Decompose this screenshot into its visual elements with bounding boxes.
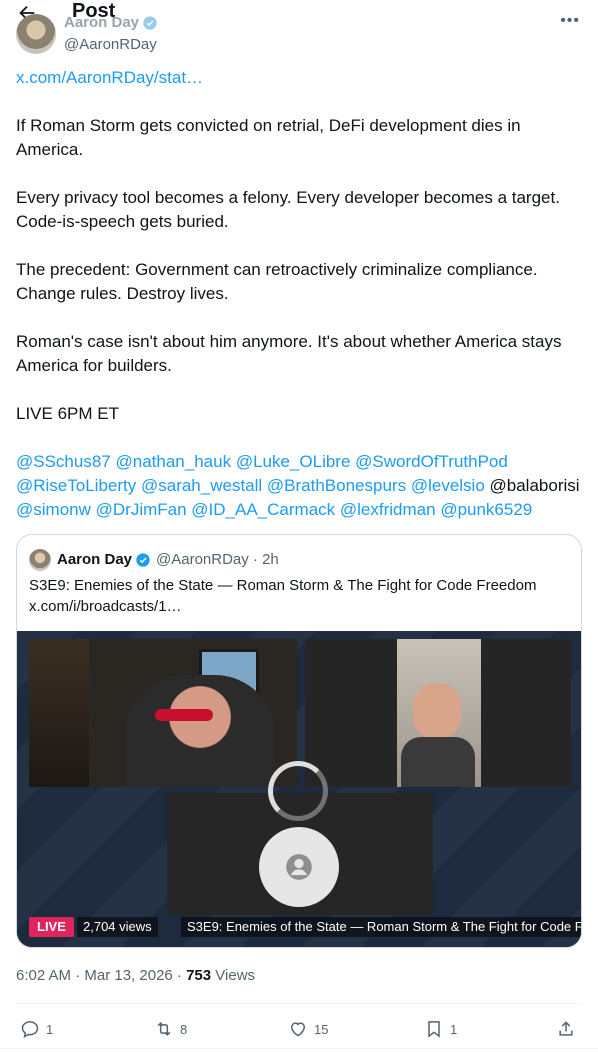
mention-plain: @balaborisi xyxy=(489,476,580,495)
paragraph: Every privacy tool becomes a felony. Eve… xyxy=(16,188,560,231)
mention-link[interactable]: @Luke_OLibre xyxy=(236,452,351,471)
paragraph: Roman's case isn't about him anymore. It… xyxy=(16,332,562,375)
avatar[interactable] xyxy=(16,14,56,54)
bookmark-count: 1 xyxy=(450,1021,458,1037)
action-bar: 1 8 15 1 xyxy=(0,1014,598,1044)
divider xyxy=(16,1003,582,1004)
views-label: Views xyxy=(211,967,256,984)
divider xyxy=(0,1048,598,1049)
paragraph: If Roman Storm gets convicted on retrial… xyxy=(16,116,521,159)
live-badge: LIVE xyxy=(29,917,74,937)
video-panel-host xyxy=(29,639,297,787)
share-icon xyxy=(559,1021,573,1036)
repost-button[interactable]: 8 xyxy=(154,1014,187,1044)
mention-link[interactable]: @nathan_hauk xyxy=(116,452,232,471)
post-body: x.com/AaronRDay/stat… If Roman Storm get… xyxy=(16,66,586,522)
paragraph: LIVE 6PM ET xyxy=(16,404,119,423)
quote-broadcast-link[interactable]: x.com/i/broadcasts/1… xyxy=(29,598,182,615)
mention-link[interactable]: @BrathBonespurs xyxy=(267,476,406,495)
author-handle[interactable]: @AaronRDay xyxy=(64,36,157,53)
mention-link[interactable]: @SSchus87 xyxy=(16,452,111,471)
repost-icon xyxy=(157,1022,171,1036)
quote-author-handle: @AaronRDay · 2h xyxy=(156,551,279,568)
views-count: 753 xyxy=(186,967,212,984)
mention-link[interactable]: @sarah_westall xyxy=(141,476,262,495)
verified-badge-icon xyxy=(136,553,150,567)
quote-author-name[interactable]: Aaron Day xyxy=(57,551,132,568)
loading-spinner-icon xyxy=(268,761,328,821)
mention-link[interactable]: @DrJimFan xyxy=(96,500,187,519)
paragraph: The precedent: Government can retroactiv… xyxy=(16,260,538,303)
stream-title: S3E9: Enemies of the State — Roman Storm… xyxy=(181,917,581,937)
reply-button[interactable]: 1 xyxy=(20,1014,53,1044)
mention-link[interactable]: @ID_AA_Carmack xyxy=(191,500,335,519)
like-button[interactable]: 15 xyxy=(288,1014,328,1044)
mention-link[interactable]: @levelsio xyxy=(411,476,485,495)
repost-count: 8 xyxy=(180,1021,188,1037)
mention-link[interactable]: @RiseToLiberty xyxy=(16,476,136,495)
live-info-bar: LIVE 2,704 views S3E9: Enemies of the St… xyxy=(29,915,581,939)
mentions-block: @SSchus87 @nathan_hauk @Luke_OLibre @Swo… xyxy=(16,450,586,522)
bookmark-button[interactable]: 1 xyxy=(424,1014,457,1044)
user-icon xyxy=(286,854,312,880)
mention-link[interactable]: @punk6529 xyxy=(440,500,532,519)
verified-badge-icon xyxy=(143,16,157,30)
mention-link[interactable]: @SwordOfTruthPod xyxy=(355,452,508,471)
reply-icon xyxy=(21,1021,39,1038)
quoted-post-card[interactable]: Aaron Day @AaronRDay · 2h S3E9: Enemies … xyxy=(16,534,582,948)
mention-link[interactable]: @simonw xyxy=(16,500,91,519)
heart-icon xyxy=(290,1022,306,1037)
timestamp[interactable]: 6:02 AM · Mar 13, 2026 · xyxy=(16,967,186,984)
broadcast-media[interactable]: LIVE 2,704 views S3E9: Enemies of the St… xyxy=(17,631,581,947)
more-icon[interactable]: ••• xyxy=(560,12,580,30)
quote-text: S3E9: Enemies of the State — Roman Storm… xyxy=(29,577,537,594)
bookmark-icon xyxy=(428,1021,440,1038)
share-button[interactable] xyxy=(556,1014,576,1044)
post-meta: 6:02 AM · Mar 13, 2026 · 753 Views xyxy=(16,967,255,984)
like-count: 15 xyxy=(314,1021,329,1037)
mention-link[interactable]: @lexfridman xyxy=(340,500,436,519)
quote-avatar[interactable] xyxy=(29,549,51,571)
views-count: 2,704 views xyxy=(77,917,158,937)
author-name[interactable]: Aaron Day xyxy=(64,14,139,31)
post-link[interactable]: x.com/AaronRDay/stat… xyxy=(16,68,203,87)
participant-placeholder xyxy=(259,827,339,907)
reply-count: 1 xyxy=(46,1021,54,1037)
video-panel-guest xyxy=(305,639,571,787)
